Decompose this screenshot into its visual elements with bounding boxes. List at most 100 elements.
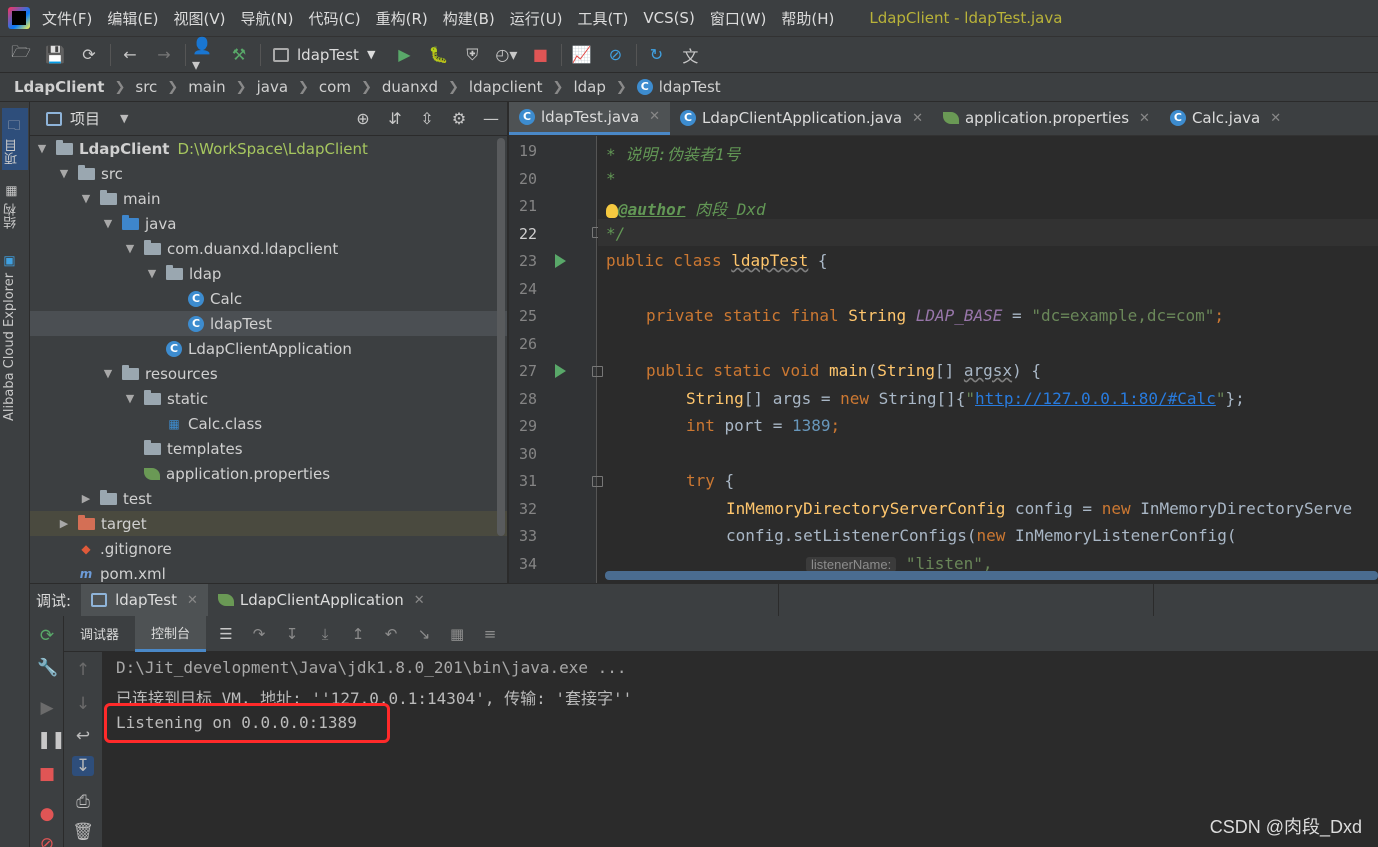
print-icon[interactable]: ⎙ [72,792,94,812]
tree-node-gitignore[interactable]: ◆ .gitignore [30,536,507,561]
menu-edit[interactable]: 编辑(E) [107,8,158,29]
breadcrumb-item[interactable]: LdapClient [14,78,104,96]
run-to-cursor-icon[interactable]: ↘ [411,625,437,643]
minimize-icon[interactable]: — [475,109,507,128]
scroll-to-end-icon[interactable]: ↧ [72,756,94,776]
tab-ldaptest[interactable]: C ldapTest.java ✕ [509,102,671,135]
force-step-into-icon[interactable]: ⤓ [312,625,338,643]
chevron-down-icon[interactable]: ▼ [120,112,128,125]
menu-lines-icon[interactable]: ☰ [213,625,239,643]
rerun-icon[interactable]: ⟳ [37,626,57,646]
evaluate-table-icon[interactable]: ▦ [444,625,470,643]
code-area[interactable]: * 说明:伪装者1号 * @author 肉段_Dxd */ public cl… [598,136,1378,583]
tab-debugger[interactable]: 调试器 [64,616,135,652]
run-gutter-icon[interactable] [555,364,566,378]
chevron-down-icon[interactable]: ▼ [34,142,50,155]
step-over-icon[interactable]: ↷ [246,625,272,643]
tree-scrollbar[interactable] [497,138,505,536]
chevron-down-icon[interactable]: ▼ [144,267,160,280]
chevron-right-icon[interactable]: ▶ [56,517,72,530]
close-icon[interactable]: ✕ [414,593,425,608]
breadcrumb-item[interactable]: duanxd [382,78,438,96]
menu-code[interactable]: 代码(C) [308,8,360,29]
tab-calc[interactable]: C Calc.java ✕ [1160,102,1291,135]
trace-icon[interactable]: ≡ [477,625,503,643]
menu-build[interactable]: 构建(B) [443,8,495,29]
tree-node-root[interactable]: ▼ LdapClient D:\WorkSpace\LdapClient [30,136,507,161]
tab-application-properties[interactable]: application.properties ✕ [933,102,1160,135]
breakpoints-icon[interactable]: ● [37,804,57,824]
vcs-refresh-icon[interactable]: ↻ [643,42,669,68]
menu-view[interactable]: 视图(V) [174,8,226,29]
close-icon[interactable]: ✕ [1270,111,1281,126]
breadcrumb-item[interactable]: ldap [573,78,605,96]
alibaba-cloud-tool-button[interactable]: Alibaba Cloud Explorer ▣ [2,252,28,422]
structure-tool-button[interactable]: 结构 ▦ [2,178,28,234]
tree-node-pom[interactable]: m pom.xml [30,561,507,583]
back-arrow-icon[interactable]: ← [117,42,143,68]
gear-icon[interactable]: ⚙ [443,109,475,128]
project-tool-button[interactable]: 项目 🗀 [2,108,28,170]
profile-icon[interactable]: ◴▾ [493,42,519,68]
tree-node-package[interactable]: ▼ com.duanxd.ldapclient [30,236,507,261]
forward-arrow-icon[interactable]: → [151,42,177,68]
step-out-icon[interactable]: ↥ [345,625,371,643]
stop-icon[interactable]: ■ [37,764,57,784]
horizontal-scrollbar[interactable] [605,571,1378,580]
chevron-down-icon[interactable]: ▼ [122,242,138,255]
chevron-down-icon[interactable]: ▼ [100,367,116,380]
run-icon[interactable]: ▶ [391,42,417,68]
breadcrumb-item[interactable]: main [188,78,225,96]
console-output[interactable]: D:\Jit_development\Java\jdk1.8.0_201\bin… [102,652,1378,847]
resume-icon[interactable]: ▶ [37,698,57,718]
lightbulb-icon[interactable] [606,203,618,218]
step-into-icon[interactable]: ↧ [279,625,305,643]
debug-bug-icon[interactable]: 🐛 [425,42,451,68]
tree-node-calc[interactable]: C Calc [30,286,507,311]
tree-node-ldapclientapplication[interactable]: C LdapClientApplication [30,336,507,361]
build-hammer-icon[interactable]: ⚒ [226,42,252,68]
drop-frame-icon[interactable]: ↶ [378,625,404,643]
pause-icon[interactable]: ❚❚ [37,730,66,750]
activity-monitor-icon[interactable]: 📈 [568,42,594,68]
close-icon[interactable]: ✕ [912,111,923,126]
arrow-up-icon[interactable]: ↑ [72,660,94,680]
breadcrumb-item[interactable]: ldapclient [469,78,543,96]
debug-tab-ldaptest[interactable]: ldapTest ✕ [81,583,208,617]
menu-navigate[interactable]: 导航(N) [241,8,294,29]
chevron-right-icon[interactable]: ▶ [78,492,94,505]
wrench-icon[interactable]: 🔧 [37,658,58,678]
chevron-down-icon[interactable]: ▼ [122,392,138,405]
tree-node-src[interactable]: ▼ src [30,161,507,186]
menu-help[interactable]: 帮助(H) [781,8,834,29]
breadcrumb-item[interactable]: src [135,78,157,96]
close-icon[interactable]: ✕ [1139,111,1150,126]
sync-icon[interactable]: ⟳ [76,42,102,68]
tree-node-application-properties[interactable]: application.properties [30,461,507,486]
tree-node-static[interactable]: ▼ static [30,386,507,411]
menu-refactor[interactable]: 重构(R) [376,8,428,29]
trash-icon[interactable]: 🗑 [72,822,94,842]
url-link[interactable]: http://127.0.0.1:80/#Calc [975,389,1216,408]
breadcrumb-item[interactable]: ldapTest [659,78,721,96]
stop-icon[interactable]: ■ [527,42,553,68]
user-dropdown-icon[interactable]: 👤▾ [192,36,218,74]
project-panel-title[interactable]: 项目 [70,108,100,129]
tree-node-test[interactable]: ▶ test [30,486,507,511]
tree-node-target[interactable]: ▶ target [30,511,507,536]
breadcrumb-item[interactable]: com [319,78,351,96]
run-configuration-select[interactable]: ldapTest ▼ [267,41,381,69]
tree-node-java[interactable]: ▼ java [30,211,507,236]
no-entry-icon[interactable]: ⊘ [602,42,628,68]
run-gutter-icon[interactable] [555,254,566,268]
tree-node-ldap[interactable]: ▼ ldap [30,261,507,286]
translate-icon[interactable]: 文 [677,42,703,68]
breadcrumb-item[interactable]: java [257,78,288,96]
arrow-down-icon[interactable]: ↓ [72,694,94,714]
expand-all-icon[interactable]: ⇵ [379,109,411,128]
collapse-all-icon[interactable]: ⇳ [411,109,443,128]
tree-node-ldaptest[interactable]: C ldapTest [30,311,507,336]
menu-window[interactable]: 窗口(W) [710,8,767,29]
tab-console[interactable]: 控制台 [135,615,207,652]
coverage-icon[interactable]: ⛨ [459,42,485,68]
